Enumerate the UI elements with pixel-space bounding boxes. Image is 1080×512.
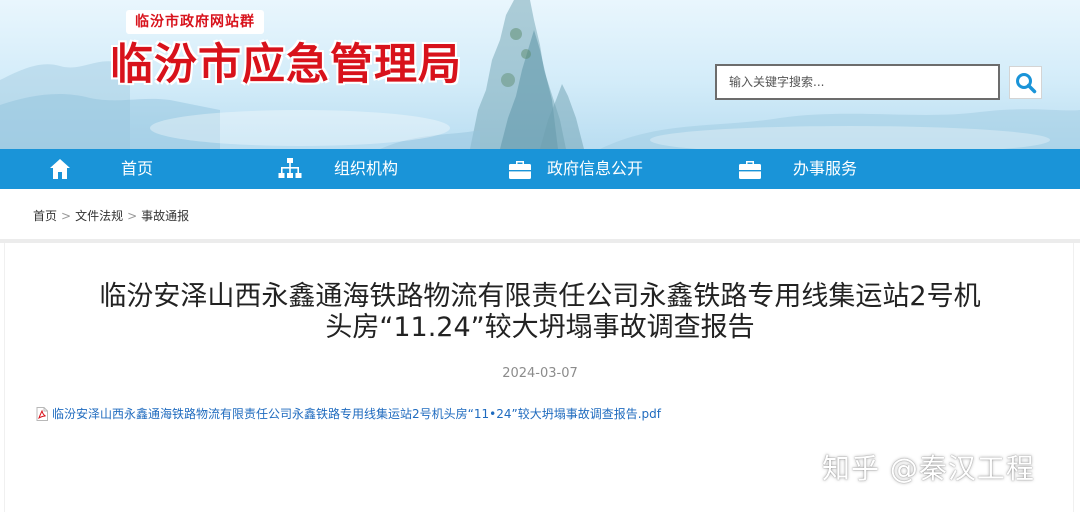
attachment-item[interactable]: 临汾安泽山西永鑫通海铁路物流有限责任公司永鑫铁路专用线集运站2号机头房“11•2… [36, 405, 661, 422]
home-icon [47, 156, 73, 182]
main-nav: 首页 组织机构 政府信息公开 办事服务 [0, 149, 1080, 189]
search-button[interactable] [1009, 66, 1042, 99]
nav-label-services: 办事服务 [793, 159, 858, 178]
article-date: 2024-03-07 [502, 366, 578, 381]
nav-item-services[interactable]: 办事服务 [737, 149, 857, 189]
search-icon [1015, 72, 1036, 93]
site-title[interactable]: 临汾市应急管理局 [110, 36, 462, 94]
breadcrumb: 首页 > 文件法规 > 事故通报 [33, 207, 189, 224]
attachment-link[interactable]: 临汾安泽山西永鑫通海铁路物流有限责任公司永鑫铁路专用线集运站2号机头房“11•2… [52, 405, 661, 422]
article-title-line-2: 头房“11.24”较大坍塌事故调查报告 [325, 312, 755, 343]
breadcrumb-separator: > [61, 209, 72, 223]
site-group-label[interactable]: 临汾市政府网站群 [126, 10, 264, 34]
nav-item-home[interactable]: 首页 [47, 149, 153, 189]
briefcase-icon [737, 156, 763, 182]
breadcrumb-regulations[interactable]: 文件法规 [75, 209, 123, 223]
org-chart-icon [277, 156, 303, 182]
search-input[interactable] [715, 64, 1000, 100]
breadcrumb-home[interactable]: 首页 [33, 209, 57, 223]
nav-label-organization: 组织机构 [334, 159, 399, 178]
nav-item-gov-info[interactable]: 政府信息公开 [507, 149, 643, 189]
pdf-file-icon [36, 406, 48, 421]
nav-label-gov-info: 政府信息公开 [547, 159, 644, 178]
article-title: 临汾安泽山西永鑫通海铁路物流有限责任公司永鑫铁路专用线集运站2号机 头房“11.… [30, 281, 1050, 343]
breadcrumb-separator: > [127, 209, 138, 223]
nav-label-home: 首页 [121, 159, 154, 178]
site-header: 临汾市政府网站群 临汾市应急管理局 [0, 0, 1080, 149]
nav-item-organization[interactable]: 组织机构 [277, 149, 398, 189]
article-title-line-1: 临汾安泽山西永鑫通海铁路物流有限责任公司永鑫铁路专用线集运站2号机 [99, 281, 981, 312]
watermark-text: 知乎 @秦汉工程 [822, 452, 1035, 485]
breadcrumb-accident-reports[interactable]: 事故通报 [141, 209, 189, 223]
briefcase-icon [507, 156, 533, 182]
